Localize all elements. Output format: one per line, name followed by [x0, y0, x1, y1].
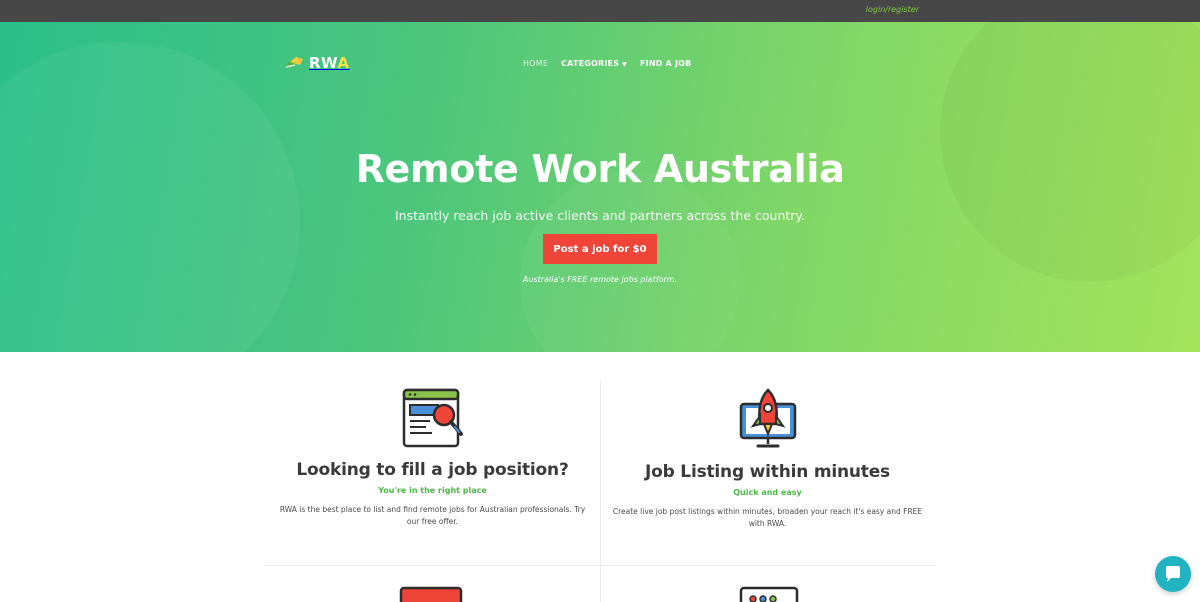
feature-icon-partial [399, 586, 463, 602]
hero-tagline: Australia's FREE remote jobs platform. [522, 275, 678, 284]
nav-home[interactable]: HOME [523, 59, 548, 68]
site-logo[interactable]: RWA [283, 54, 350, 72]
top-bar: login/register [0, 0, 1200, 22]
feature-card: Job Listing within minutes Quick and eas… [600, 380, 935, 529]
feature-title: Looking to fill a job position? [296, 460, 569, 480]
feature-title: Job Listing within minutes [645, 462, 890, 482]
login-register-link[interactable]: login/register [866, 5, 919, 14]
australia-map-icon [283, 54, 309, 72]
website-search-icon [402, 388, 463, 448]
row-divider [265, 565, 935, 566]
feature-description: Create live job post listings within min… [612, 507, 923, 528]
feature-card: Looking to fill a job position? You're i… [265, 380, 600, 527]
feature-description: RWA is the best place to list and find r… [279, 505, 586, 526]
post-job-button[interactable]: Post a job for $0 [543, 234, 657, 264]
hero-subtitle: Instantly reach job active clients and p… [394, 208, 806, 223]
hero-background-texture [0, 42, 300, 352]
feature-icon-partial [739, 586, 799, 602]
nav-find-a-job[interactable]: FIND A JOB [640, 59, 691, 68]
logo-text: RWA [309, 54, 350, 72]
hero-title: Remote Work Australia [355, 147, 845, 191]
hero-banner: RWA HOME CATEGORIES ▼ FIND A JOB Remote W… [0, 22, 1200, 352]
nav-categories[interactable]: CATEGORIES ▼ [561, 59, 627, 68]
rocket-monitor-icon [739, 388, 796, 448]
feature-subtitle: Quick and easy [733, 488, 802, 497]
main-nav: HOME CATEGORIES ▼ FIND A JOB [523, 59, 691, 68]
feature-subtitle: You're in the right place [378, 486, 487, 495]
nav-categories-label: CATEGORIES [561, 59, 620, 68]
chevron-down-icon: ▼ [622, 61, 627, 68]
chat-widget-button[interactable] [1155, 556, 1191, 592]
features-section: Looking to fill a job position? You're i… [265, 380, 935, 602]
chat-bubble-icon [1166, 566, 1180, 582]
